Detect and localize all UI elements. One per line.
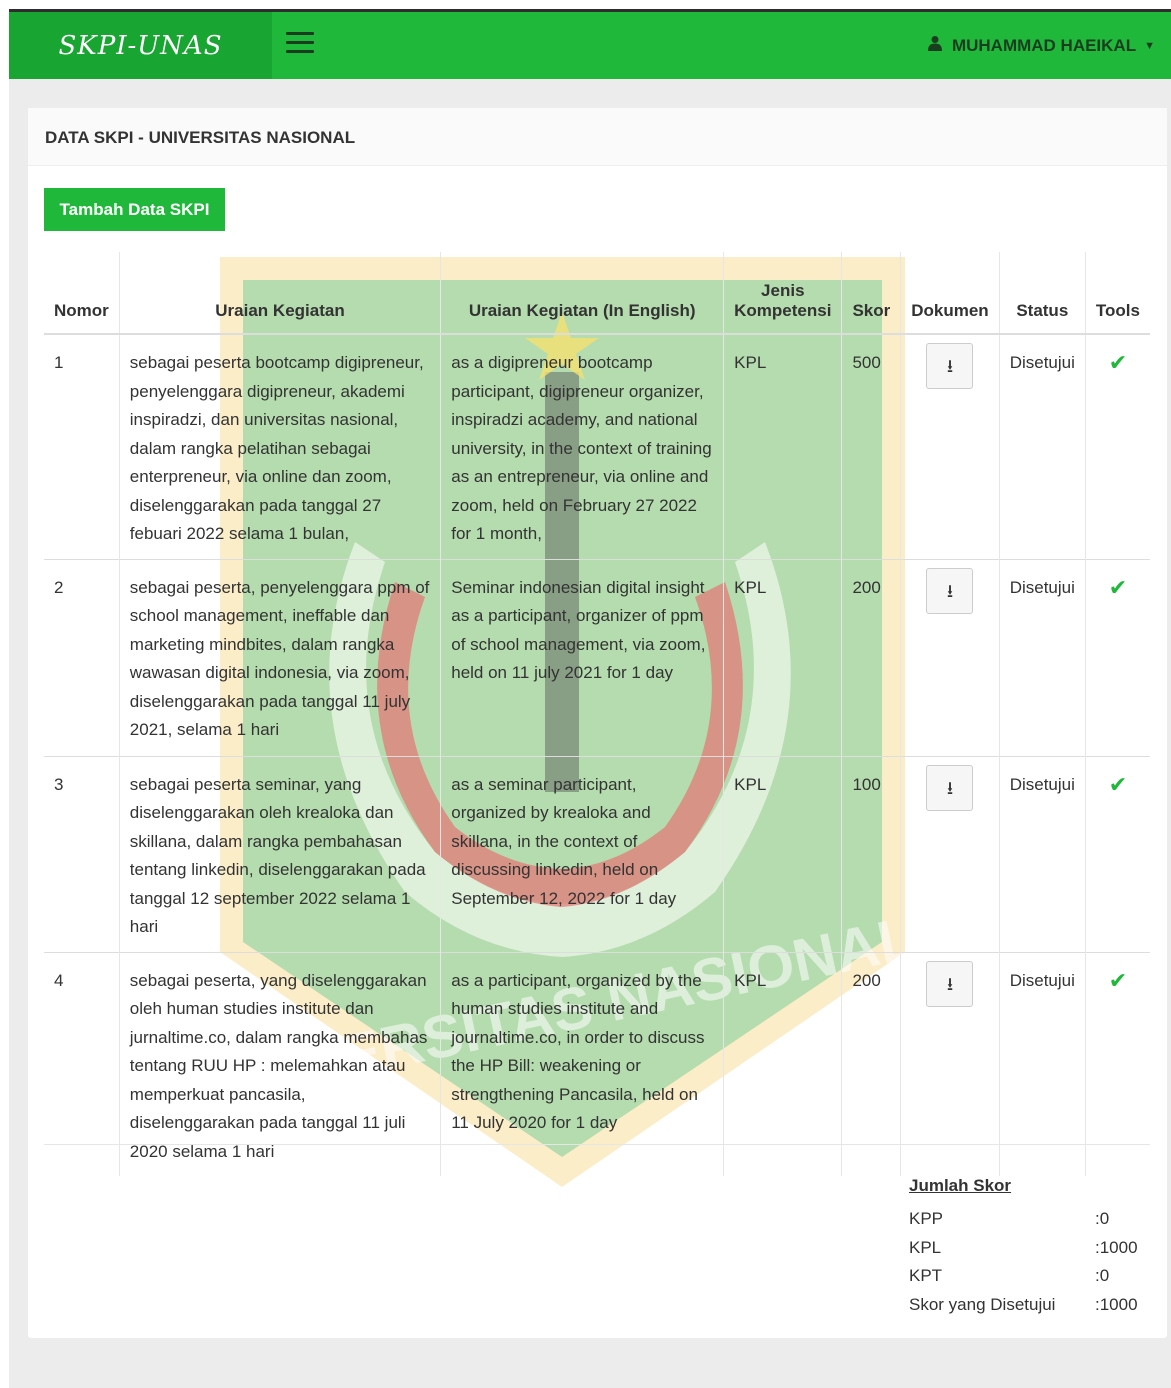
header-jenis: Jenis Kompetensi	[723, 252, 842, 335]
cell-skor: 500	[841, 334, 901, 559]
summary-row: KPL :1000	[909, 1238, 1155, 1267]
cell-jenis: KPL	[723, 558, 842, 756]
check-icon[interactable]: ✔	[1109, 575, 1127, 600]
cell-tools: ✔	[1084, 951, 1150, 1176]
cell-skor: 200	[841, 558, 901, 756]
header-uraian: Uraian Kegiatan	[118, 252, 441, 335]
cell-uraian-en: as a digipreneur bootcamp participant, d…	[440, 334, 724, 559]
download-icon[interactable]: ⭳	[926, 764, 974, 811]
table-header-row: Nomor Uraian Kegiatan Uraian Kegiatan (I…	[44, 252, 1150, 335]
navbar: SKPI-UNAS MUHAMMAD HAEIKAL ▼	[9, 12, 1171, 79]
cell-dokumen: ⭳	[900, 951, 1000, 1176]
cell-dokumen: ⭳	[900, 755, 1000, 952]
user-name: MUHAMMAD HAEIKAL	[951, 35, 1137, 55]
header-status: Status	[998, 252, 1086, 335]
caret-down-icon: ▼	[1144, 39, 1155, 52]
summary-label: KPT	[909, 1266, 943, 1285]
cell-skor: 100	[841, 755, 901, 952]
cell-tools: ✔	[1084, 558, 1150, 756]
cell-tools: ✔	[1084, 755, 1150, 952]
header-nomor: Nomor	[44, 252, 120, 335]
cell-nomor: 1	[54, 353, 64, 372]
summary-row: KPT :0	[909, 1266, 1155, 1295]
cell-jenis: KPL	[723, 951, 842, 1176]
cell-dokumen: ⭳	[900, 334, 1000, 559]
cell-uraian-en: Seminar indonesian digital insight as a …	[440, 558, 724, 756]
header-dokumen: Dokumen	[900, 252, 1000, 335]
header-skor: Skor	[841, 252, 901, 335]
summary-value: :1000	[1095, 1237, 1138, 1257]
table-row: 1 sebagai peserta bootcamp digipreneur, …	[44, 334, 1150, 559]
check-icon[interactable]: ✔	[1109, 772, 1127, 797]
table-row: 2 sebagai peserta, penyelenggara ppm of …	[44, 558, 1150, 756]
cell-nomor: 3	[44, 755, 120, 952]
cell-nomor: 4	[44, 951, 120, 1176]
summary-value: :1000	[1095, 1294, 1138, 1314]
table-row: 4 sebagai peserta, yang diselenggarakan …	[44, 951, 1150, 1176]
table-row: 3 sebagai peserta seminar, yang diseleng…	[44, 755, 1150, 952]
cell-uraian: sebagai peserta bootcamp digipreneur, pe…	[118, 334, 441, 559]
cell-status: Disetujui	[998, 755, 1086, 952]
user-icon	[927, 35, 942, 56]
cell-jenis: KPL	[723, 334, 842, 559]
check-icon[interactable]: ✔	[1109, 968, 1127, 993]
cell-jenis: KPL	[723, 755, 842, 952]
summary-row: Skor yang Disetujui :1000	[909, 1295, 1155, 1324]
brand-text: SKPI-UNAS	[58, 30, 223, 61]
cell-uraian: sebagai peserta seminar, yang diselengga…	[118, 755, 441, 952]
hamburger-icon[interactable]	[286, 32, 314, 56]
user-menu[interactable]: MUHAMMAD HAEIKAL ▼	[927, 12, 1155, 79]
panel-heading: DATA SKPI - UNIVERSITAS NASIONAL	[28, 108, 1167, 166]
header-tools: Tools	[1084, 252, 1150, 335]
cell-uraian: sebagai peserta, yang diselenggarakan ol…	[118, 951, 441, 1176]
summary-label: KPP	[909, 1209, 944, 1228]
cell-nomor: 2	[44, 558, 120, 756]
summary-value: :0	[1095, 1266, 1110, 1285]
skpi-table: Nomor Uraian Kegiatan Uraian Kegiatan (I…	[44, 252, 1150, 1176]
cell-uraian-en: as a participant, organized by the human…	[440, 951, 724, 1176]
summary-divider	[44, 1144, 1150, 1145]
cell-tools: ✔	[1084, 334, 1150, 559]
download-icon[interactable]: ⭳	[926, 343, 974, 389]
cell-uraian: sebagai peserta, penyelenggara ppm of sc…	[118, 558, 441, 756]
check-icon[interactable]: ✔	[1109, 350, 1127, 375]
brand-logo[interactable]: SKPI-UNAS	[9, 12, 272, 79]
summary-title: Jumlah Skor	[909, 1176, 1012, 1195]
summary-label: Skor yang Disetujui	[909, 1294, 1056, 1314]
cell-uraian-en: as a seminar participant, organized by k…	[440, 755, 724, 952]
page-title: DATA SKPI - UNIVERSITAS NASIONAL	[45, 128, 356, 147]
cell-status: Disetujui	[998, 334, 1086, 559]
summary-row: KPP :0	[909, 1209, 1155, 1238]
download-icon[interactable]: ⭳	[926, 567, 974, 614]
summary-value: :0	[1095, 1209, 1110, 1228]
score-summary: Jumlah Skor KPP :0 KPL :1000 KPT :0 Skor…	[909, 1176, 1155, 1323]
add-skpi-button[interactable]: Tambah Data SKPI	[44, 188, 225, 231]
cell-status: Disetujui	[998, 558, 1086, 756]
download-icon[interactable]: ⭳	[926, 960, 974, 1007]
summary-label: KPL	[909, 1237, 942, 1257]
header-uraian-en: Uraian Kegiatan (In English)	[440, 252, 724, 335]
cell-dokumen: ⭳	[900, 558, 1000, 756]
cell-skor: 200	[841, 951, 901, 1176]
cell-status: Disetujui	[998, 951, 1086, 1176]
